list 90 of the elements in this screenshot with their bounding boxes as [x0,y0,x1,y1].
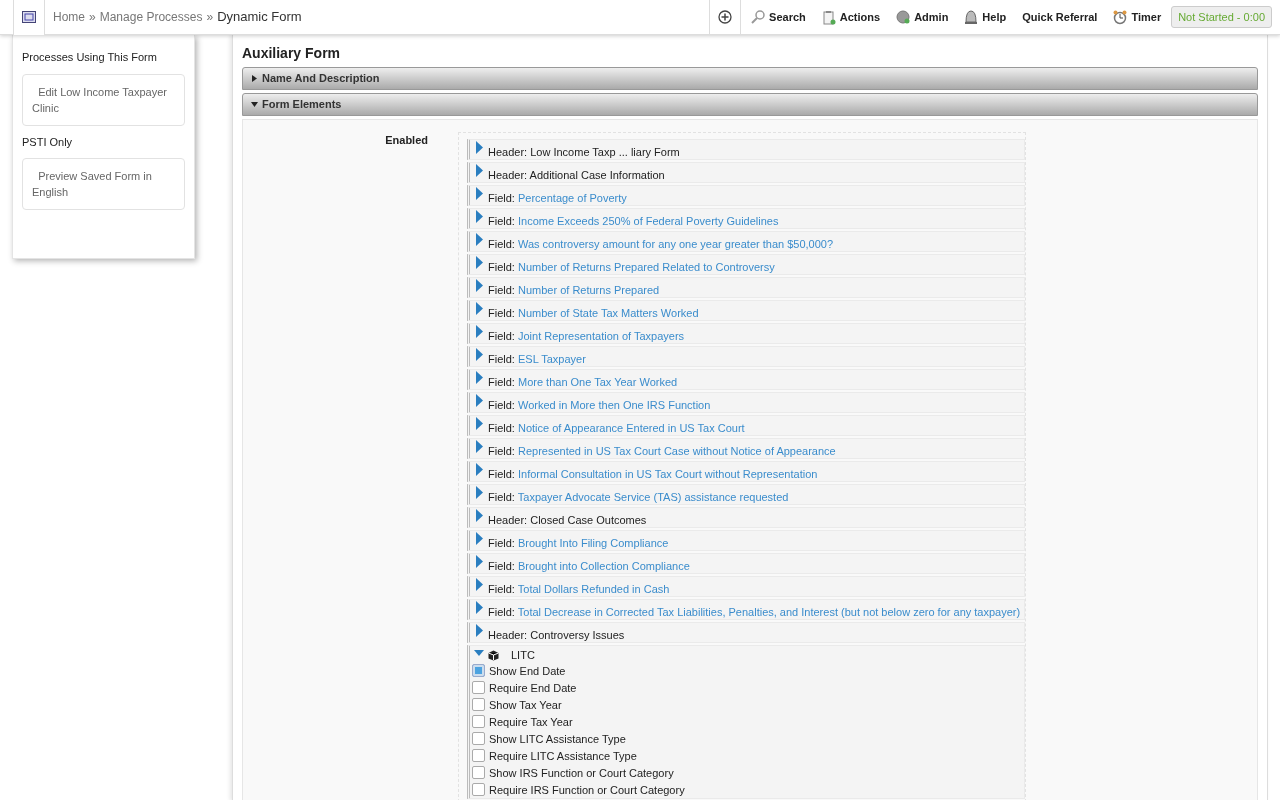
element-label: Field: Brought into Collection Compliance [488,560,690,572]
collapse-triangle-icon[interactable] [474,233,484,247]
panel-header[interactable]: Name And Description [242,67,1258,90]
cube-icon [488,649,499,661]
collapse-triangle-icon[interactable] [474,532,484,546]
element-label: Field: ESL Taxpayer [488,353,586,365]
collapse-triangle-icon[interactable] [474,210,484,224]
element-label: Field: Income Exceeds 250% of Federal Poverty Guidelines [488,215,779,227]
collapse-triangle-icon[interactable] [474,440,484,454]
toolbar-button[interactable]: Quick Referral [1016,8,1104,26]
checkbox[interactable] [472,732,485,745]
app-menu-icon[interactable] [22,11,36,23]
collapse-triangle-icon[interactable] [474,325,484,339]
collapse-triangle-icon[interactable] [474,509,484,523]
bell-icon [964,9,979,25]
element-label: Field: Worked in More then One IRS Function [488,399,711,411]
toolbar-button[interactable]: Timer [1107,8,1168,26]
collapse-triangle-icon[interactable] [474,348,484,362]
collapse-triangle-icon[interactable] [474,187,484,201]
collapse-triangle-icon[interactable] [474,371,484,385]
toolbar-button[interactable]: Actions [815,8,887,26]
element-label: Header: Additional Case Information [488,169,665,181]
checkbox-label: Show IRS Function or Court Category [489,765,674,780]
element-label: Field: Number of Returns Prepared Related to Controversy [488,261,775,273]
collapse-triangle-icon[interactable] [474,417,484,431]
element-label: Field: Percentage of Poverty [488,192,627,204]
element-label: Field: Represented in US Tax Court Case without Notice of Appearance [488,445,836,457]
element-label: Field: Was controversy amount for any one year greater than $50,000? [488,238,834,250]
checkbox-label: Show LITC Assistance Type [489,731,626,746]
element-label: Field: More than One Tax Year Worked [488,376,678,388]
checkbox-label: Show End Date [489,663,566,678]
checkbox[interactable] [472,766,485,779]
enabled-label: Enabled [384,133,428,148]
element-label: Field: Number of Returns Prepared [488,284,660,296]
element-label: Field: Joint Representation of Taxpayers [488,330,685,342]
add-icon[interactable] [718,10,733,24]
sidebar-section-title: PSTI Only [22,134,74,150]
module-title: LITC [511,648,535,662]
toolbar-button[interactable]: Search [745,8,812,26]
checkbox[interactable] [472,715,485,728]
toolbar-button[interactable]: Admin [890,8,955,26]
breadcrumb-link[interactable]: Manage Processes [99,8,203,26]
element-label: Field: Number of State Tax Matters Worked [488,307,699,319]
toolbar-button[interactable]: Help [958,8,1013,26]
search-icon [751,9,766,25]
checkbox-label: Show Tax Year [489,697,562,712]
checkbox-label: Require IRS Function or Court Category [489,782,685,797]
element-label: Field: Total Decrease in Corrected Tax Liabilities, Penalties, and Interest (but not below zero for any taxpayer) [488,606,1021,618]
checkbox[interactable] [472,681,485,694]
caret-down-icon [251,101,258,108]
element-label: Header: Controversy Issues [488,629,625,641]
checkbox[interactable] [472,783,485,796]
element-label: Header: Low Income Taxp ... liary Form [488,146,680,158]
collapse-triangle-icon[interactable] [474,601,484,615]
page-title: Auxiliary Form [242,44,342,63]
checkbox-label: Require End Date [489,680,577,695]
checkbox[interactable] [472,749,485,762]
caret-right-icon [251,75,258,82]
collapse-triangle-icon[interactable] [474,555,484,569]
element-label: Header: Closed Case Outcomes [488,514,647,526]
element-label: Field: Notice of Appearance Entered in US Tax Court [488,422,745,434]
breadcrumb-separator: » [206,9,214,26]
collapse-triangle-icon[interactable] [474,578,484,592]
sidebar-title: Processes Using This Form [22,50,158,65]
checkbox-label: Require Tax Year [489,714,573,729]
checkbox[interactable] [472,664,485,677]
collapse-triangle-icon[interactable] [474,256,484,270]
collapse-triangle-icon[interactable] [474,141,484,155]
element-label: Field: Informal Consultation in US Tax Court without Representation [488,468,818,480]
element-label: Field: Total Dollars Refunded in Cash [488,583,670,595]
panel-header[interactable]: Form Elements [242,93,1258,116]
collapse-triangle-icon[interactable] [474,164,484,178]
element-label: Field: Brought Into Filing Compliance [488,537,669,549]
globe-icon [896,9,911,25]
breadcrumb-separator: » [89,9,96,26]
clipboard-icon [821,9,836,25]
collapse-triangle-icon[interactable] [474,394,484,408]
collapse-triangle-icon[interactable] [474,279,484,293]
alarm-clock-icon [1113,9,1128,25]
collapse-triangle-icon[interactable] [474,624,484,638]
breadcrumb-current: Dynamic Form [217,8,302,27]
collapse-triangle-icon[interactable] [474,302,484,316]
sidebar-link[interactable]: Preview Saved Form in English [22,158,185,210]
element-label: Field: Taxpayer Advocate Service (TAS) assistance requested [488,491,789,503]
checkbox-label: Require LITC Assistance Type [489,748,637,763]
checkbox[interactable] [472,698,485,711]
collapse-triangle-icon[interactable] [474,486,484,500]
breadcrumb-link[interactable]: Home [53,8,85,26]
collapse-triangle-icon[interactable] [474,463,484,477]
sidebar-link[interactable]: Edit Low Income Taxpayer Clinic [22,73,185,126]
